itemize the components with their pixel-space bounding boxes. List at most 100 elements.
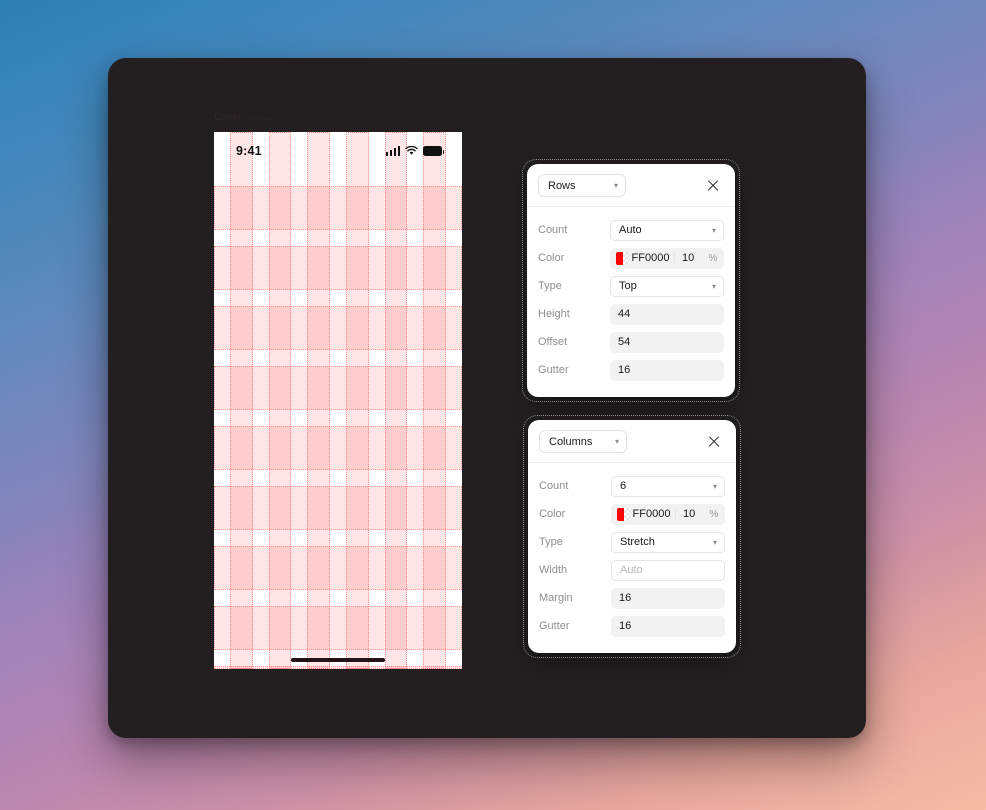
rows-type-dropdown[interactable]: Rows ▾ bbox=[538, 174, 626, 197]
field-label-gutter: Gutter bbox=[538, 364, 569, 376]
columns-grid-panel[interactable]: Columns ▾ Count 6 ▾ Color FF0000 10% Type Stret… bbox=[523, 415, 741, 658]
color-hex-value[interactable]: FF0000 bbox=[630, 508, 675, 520]
column-grid-overlay bbox=[214, 132, 462, 669]
field-control-wrapper: FF0000 10% bbox=[611, 503, 725, 525]
percent-symbol: % bbox=[708, 252, 718, 264]
rows-offset-input[interactable]: 54 bbox=[610, 331, 724, 353]
status-icons bbox=[385, 146, 444, 156]
chevron-down-icon: ▾ bbox=[613, 181, 618, 190]
battery-full-icon bbox=[423, 146, 444, 156]
field-label-gutter: Gutter bbox=[539, 620, 570, 632]
field-label-margin: Margin bbox=[539, 592, 573, 604]
rows-type-dropdown[interactable]: Top ▾ bbox=[610, 275, 724, 297]
columns-count-dropdown[interactable]: 6 ▾ bbox=[611, 475, 725, 497]
field-row-height: Height 44 bbox=[538, 300, 724, 328]
field-label-offset: Offset bbox=[538, 336, 568, 348]
percent-symbol: % bbox=[709, 508, 719, 520]
field-control-wrapper: 16 bbox=[611, 587, 725, 609]
selected-value: Stretch bbox=[620, 536, 655, 548]
field-control-wrapper: Top ▾ bbox=[610, 275, 724, 297]
field-row-gutter: Gutter 16 bbox=[539, 612, 725, 640]
grid-row-band bbox=[214, 666, 462, 669]
field-row-type: Type Top ▾ bbox=[538, 272, 724, 300]
close-icon[interactable] bbox=[704, 177, 722, 195]
chevron-down-icon: ▾ bbox=[614, 437, 619, 446]
panel-header-rows: Rows ▾ bbox=[527, 164, 735, 207]
field-row-color: Color FF0000 10% bbox=[538, 244, 724, 272]
chevron-down-icon: ▾ bbox=[712, 537, 717, 547]
grid-column-band bbox=[423, 132, 446, 669]
chevron-down-icon: ▾ bbox=[712, 481, 717, 491]
cellular-bars-icon bbox=[385, 146, 400, 156]
color-swatch-icon[interactable] bbox=[616, 251, 629, 265]
chevron-down-icon: ▾ bbox=[711, 281, 716, 291]
wifi-icon bbox=[405, 146, 418, 155]
field-control-wrapper: 16 bbox=[610, 359, 724, 381]
rows-panel-title: Rows bbox=[548, 179, 576, 192]
field-label-type: Type bbox=[539, 536, 563, 548]
field-control-wrapper: 16 bbox=[611, 615, 725, 637]
field-label-count: Count bbox=[539, 480, 569, 492]
app-window: Cover ............ 9:41 Rows ▾ Count Aut… bbox=[108, 58, 866, 738]
rows-gutter-input[interactable]: 16 bbox=[610, 359, 724, 381]
columns-panel-title: Columns bbox=[549, 435, 593, 448]
field-row-gutter: Gutter 16 bbox=[538, 356, 724, 384]
grid-row-band bbox=[214, 606, 462, 650]
rows-color-control[interactable]: FF0000 10% bbox=[610, 247, 724, 269]
field-control-wrapper: 44 bbox=[610, 303, 724, 325]
grid-row-band bbox=[214, 246, 462, 290]
field-row-offset: Offset 54 bbox=[538, 328, 724, 356]
field-label-width: Width bbox=[539, 564, 568, 576]
field-row-count: Count 6 ▾ bbox=[539, 472, 725, 500]
color-alpha-value[interactable]: 10 bbox=[674, 252, 702, 264]
columns-margin-input[interactable]: 16 bbox=[611, 587, 725, 609]
panel-header-columns: Columns ▾ bbox=[528, 420, 736, 463]
columns-type-dropdown[interactable]: Columns ▾ bbox=[539, 430, 627, 453]
grid-row-band bbox=[214, 426, 462, 470]
grid-row-band bbox=[214, 306, 462, 350]
field-label-count: Count bbox=[538, 224, 568, 236]
phone-artboard[interactable]: 9:41 bbox=[214, 132, 462, 669]
grid-column-band bbox=[307, 132, 330, 669]
columns-color-control[interactable]: FF0000 10% bbox=[611, 503, 725, 525]
field-row-color: Color FF0000 10% bbox=[539, 500, 725, 528]
field-label-color: Color bbox=[539, 508, 566, 520]
status-time: 9:41 bbox=[236, 144, 262, 158]
grid-column-band bbox=[230, 132, 253, 669]
field-control-wrapper: 54 bbox=[610, 331, 724, 353]
field-row-width: Width Auto bbox=[539, 556, 725, 584]
field-row-type: Type Stretch ▾ bbox=[539, 528, 725, 556]
color-alpha-value[interactable]: 10 bbox=[675, 508, 703, 520]
field-control-wrapper: 6 ▾ bbox=[611, 475, 725, 497]
row-grid-overlay bbox=[214, 132, 462, 669]
panel-body-rows: Count Auto ▾ Color FF0000 10% Type Top ▾ Height 44… bbox=[527, 207, 735, 397]
desktop-background: Cover ............ 9:41 Rows ▾ Count Aut… bbox=[0, 0, 986, 810]
canvas-layer-label: Cover ............ bbox=[214, 112, 283, 123]
field-control-wrapper: Auto ▾ bbox=[610, 219, 724, 241]
grid-row-band bbox=[214, 486, 462, 530]
field-label-height: Height bbox=[538, 308, 570, 320]
field-row-margin: Margin 16 bbox=[539, 584, 725, 612]
color-swatch-icon[interactable] bbox=[617, 507, 630, 521]
field-label-type: Type bbox=[538, 280, 562, 292]
selected-value: Top bbox=[619, 280, 637, 292]
columns-type-dropdown[interactable]: Stretch ▾ bbox=[611, 531, 725, 553]
color-hex-value[interactable]: FF0000 bbox=[629, 252, 674, 264]
grid-column-band bbox=[346, 132, 369, 669]
grid-row-band bbox=[214, 366, 462, 410]
grid-row-band bbox=[214, 186, 462, 230]
grid-row-band bbox=[214, 546, 462, 590]
field-control-wrapper: Stretch ▾ bbox=[611, 531, 725, 553]
field-label-color: Color bbox=[538, 252, 565, 264]
field-control-wrapper: FF0000 10% bbox=[610, 247, 724, 269]
columns-width-input[interactable]: Auto bbox=[611, 559, 725, 581]
selected-value: Auto bbox=[619, 224, 642, 236]
close-icon[interactable] bbox=[705, 433, 723, 451]
field-row-count: Count Auto ▾ bbox=[538, 216, 724, 244]
columns-gutter-input[interactable]: 16 bbox=[611, 615, 725, 637]
home-indicator bbox=[291, 657, 385, 662]
rows-grid-panel[interactable]: Rows ▾ Count Auto ▾ Color FF0000 10% Type Top ▾ H… bbox=[522, 159, 740, 402]
rows-count-dropdown[interactable]: Auto ▾ bbox=[610, 219, 724, 241]
grid-column-band bbox=[384, 132, 408, 669]
rows-height-input[interactable]: 44 bbox=[610, 303, 724, 325]
